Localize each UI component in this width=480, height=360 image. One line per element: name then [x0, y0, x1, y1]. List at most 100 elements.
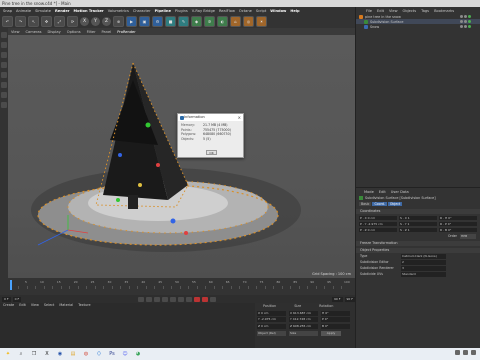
- object-menu-tags[interactable]: Tags: [421, 9, 429, 13]
- next-key-icon[interactable]: [177, 296, 184, 302]
- tab-basic[interactable]: Basic: [359, 202, 372, 206]
- property-value-field[interactable]: Catmull-Clark (N-Gons): [401, 254, 446, 259]
- menu-realflow[interactable]: RealFlow: [219, 9, 235, 13]
- coord-value-field[interactable]: R . H 0°: [439, 215, 477, 220]
- material-menu-edit[interactable]: Edit: [19, 303, 26, 309]
- render-settings-icon[interactable]: ⚙: [152, 15, 163, 27]
- object-menu-view[interactable]: View: [389, 9, 398, 13]
- coord-value-field[interactable]: P . Z 0 cm: [359, 227, 397, 232]
- timeline[interactable]: 0510152025303540455055606570758085909510…: [0, 278, 355, 295]
- size-mode-dropdown[interactable]: Size: [289, 330, 318, 336]
- viewport-menu-filter[interactable]: Filter: [87, 30, 96, 34]
- key-selection-icon[interactable]: [209, 296, 216, 302]
- render-picture-viewer-icon[interactable]: ▣: [139, 15, 150, 27]
- ok-button[interactable]: OK: [206, 150, 217, 155]
- enabled-check-icon[interactable]: [468, 25, 471, 28]
- coord-system-icon[interactable]: ⊕: [113, 15, 124, 27]
- position-field[interactable]: X 0 cm: [257, 310, 286, 316]
- editor-visibility-icon[interactable]: [460, 25, 463, 28]
- render-view-icon[interactable]: ▶: [126, 15, 137, 27]
- object-row-snow[interactable]: Snow: [356, 24, 480, 29]
- battery-icon[interactable]: [471, 350, 476, 355]
- viewport-menu-cameras[interactable]: Cameras: [26, 30, 42, 34]
- position-field[interactable]: Y -2.975 cm: [257, 317, 286, 322]
- playhead-handle[interactable]: [10, 280, 12, 290]
- z-axis-icon[interactable]: Z: [102, 16, 111, 26]
- go-to-end-icon[interactable]: [185, 296, 192, 302]
- menu-window[interactable]: Window: [270, 9, 286, 13]
- coord-value-field[interactable]: S . Z 1: [399, 227, 437, 232]
- coord-value-field[interactable]: R . B 0°: [439, 227, 477, 232]
- deformer-icon[interactable]: ◐: [217, 15, 228, 27]
- render-visibility-icon[interactable]: [464, 15, 467, 18]
- array-icon[interactable]: ✲: [204, 15, 215, 27]
- preview-end-field[interactable]: 90 F: [344, 296, 355, 302]
- scale-icon[interactable]: ⤢: [54, 15, 65, 27]
- points-mode-icon[interactable]: [1, 62, 7, 68]
- model-mode-icon[interactable]: [1, 42, 7, 48]
- menu-motion-tracker[interactable]: Motion Tracker: [74, 9, 104, 13]
- coordinates-section[interactable]: Coordinates: [356, 209, 480, 214]
- tab-object[interactable]: Object: [387, 202, 403, 206]
- undo-icon[interactable]: ↶: [2, 15, 13, 27]
- y-axis-icon[interactable]: Y: [91, 16, 100, 26]
- menu-simulate[interactable]: Simulate: [35, 9, 51, 13]
- menu-snap[interactable]: Snap: [3, 9, 12, 13]
- object-menu-bookmarks[interactable]: Bookmarks: [434, 9, 454, 13]
- texture-mode-icon[interactable]: [1, 52, 7, 58]
- menu-animate[interactable]: Animate: [16, 9, 31, 13]
- rotation-field[interactable]: P 0°: [321, 317, 350, 322]
- viewport-menu-options[interactable]: Options: [67, 30, 81, 34]
- coord-value-field[interactable]: P . X 0 cm: [359, 215, 397, 220]
- record-icon[interactable]: [193, 296, 200, 302]
- close-icon[interactable]: ×: [238, 114, 241, 121]
- object-menu-objects[interactable]: Objects: [403, 9, 417, 13]
- snap-icon[interactable]: [1, 102, 7, 108]
- attr-menu-user-data[interactable]: User Data: [391, 190, 409, 194]
- network-icon[interactable]: [455, 350, 460, 355]
- property-value-field[interactable]: 2: [401, 260, 446, 265]
- viewport-menu-display[interactable]: Display: [48, 30, 61, 34]
- tab-coord[interactable]: Coord.: [372, 202, 387, 206]
- search-icon[interactable]: ⌕: [17, 350, 25, 358]
- size-field[interactable]: X 613.687 cm: [289, 310, 318, 316]
- material-menu-view[interactable]: View: [31, 303, 39, 309]
- menu-character[interactable]: Character: [133, 9, 151, 13]
- property-value-field[interactable]: Standard: [401, 272, 446, 277]
- rotation-field[interactable]: B 0°: [321, 323, 350, 329]
- rotation-field[interactable]: H 0°: [321, 310, 350, 316]
- x-axis-icon[interactable]: X: [80, 16, 89, 26]
- material-menu-select[interactable]: Select: [44, 303, 54, 309]
- current-frame-field[interactable]: 0 F: [12, 296, 22, 302]
- task-view-icon[interactable]: ❐: [30, 350, 38, 358]
- start-frame-field[interactable]: 0 F: [2, 296, 11, 302]
- prev-key-icon[interactable]: [145, 296, 152, 302]
- pen-icon[interactable]: ✎: [178, 15, 189, 27]
- material-menu-create[interactable]: Create: [3, 303, 14, 309]
- camera-icon[interactable]: ◎: [243, 15, 254, 27]
- object-menu-file[interactable]: File: [366, 9, 372, 13]
- polygons-mode-icon[interactable]: [1, 82, 7, 88]
- size-field[interactable]: Z 608.255 cm: [289, 323, 318, 329]
- go-to-start-icon[interactable]: [137, 296, 144, 302]
- menu-help[interactable]: Help: [290, 9, 299, 13]
- attr-menu-edit[interactable]: Edit: [379, 190, 386, 194]
- folder-icon[interactable]: ▤: [69, 350, 77, 358]
- vscode-icon[interactable]: ⟨⟩: [95, 350, 103, 358]
- material-menu-material[interactable]: Material: [59, 303, 73, 309]
- size-field[interactable]: Y 412.728 cm: [289, 317, 318, 322]
- prev-frame-icon[interactable]: [153, 296, 160, 302]
- attr-menu-mode[interactable]: Mode: [364, 190, 374, 194]
- coord-value-field[interactable]: S . Y 1: [399, 221, 437, 226]
- cinema4d-icon[interactable]: ◉: [56, 350, 64, 358]
- position-field[interactable]: Z 0 cm: [257, 323, 286, 329]
- photoshop-icon[interactable]: Ps: [108, 350, 116, 358]
- menu-render[interactable]: Render: [55, 9, 70, 13]
- viewport-menu-prorender[interactable]: ProRender: [117, 30, 136, 34]
- next-frame-icon[interactable]: [169, 296, 176, 302]
- make-editable-icon[interactable]: [1, 32, 7, 38]
- editor-visibility-icon[interactable]: [460, 15, 463, 18]
- scene-icon[interactable]: ⌂: [230, 15, 241, 27]
- select-icon[interactable]: ↖: [28, 15, 39, 27]
- material-menu-texture[interactable]: Texture: [78, 303, 90, 309]
